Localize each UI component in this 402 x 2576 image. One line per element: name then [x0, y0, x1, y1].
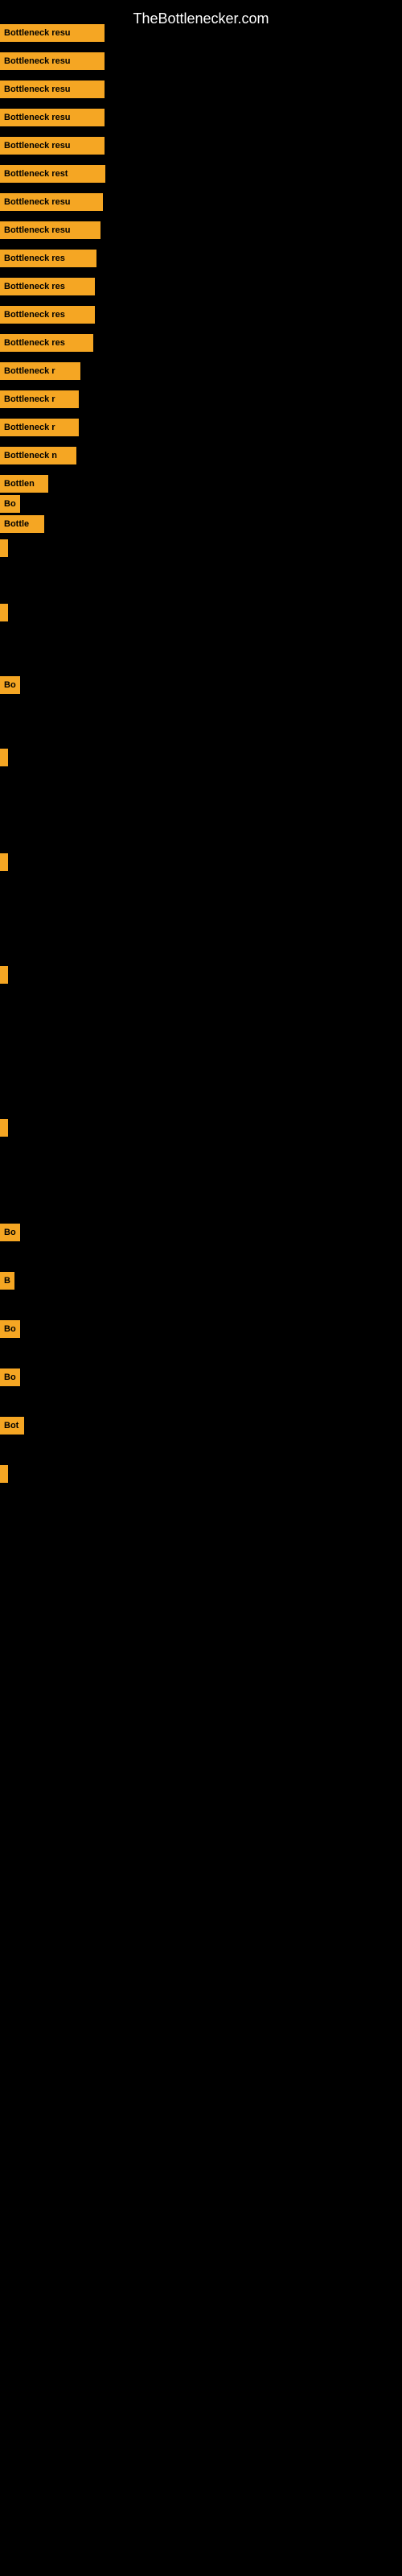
bar-item-26: Bo — [0, 1224, 20, 1241]
bar-item-15: Bottleneck n — [0, 447, 76, 464]
bar-label-8: Bottleneck res — [0, 250, 96, 267]
bar-label-9: Bottleneck res — [0, 278, 95, 295]
bar-label-17: Bo — [0, 495, 20, 513]
bar-item-31 — [0, 1465, 8, 1483]
bar-item-9: Bottleneck res — [0, 278, 95, 295]
bar-label-18: Bottle — [0, 515, 44, 533]
bar-item-28: Bo — [0, 1320, 20, 1338]
bar-item-21: Bo — [0, 676, 20, 694]
bar-item-0: Bottleneck resu — [0, 24, 105, 42]
bar-label-0: Bottleneck resu — [0, 24, 105, 42]
bar-label-1: Bottleneck resu — [0, 52, 105, 70]
bar-item-23 — [0, 853, 8, 871]
bar-label-16: Bottlen — [0, 475, 48, 493]
bar-label-5: Bottleneck rest — [0, 165, 105, 183]
bar-label-23 — [0, 853, 8, 871]
bar-item-30: Bot — [0, 1417, 24, 1435]
bar-item-25 — [0, 1119, 8, 1137]
bar-item-14: Bottleneck r — [0, 419, 79, 436]
bar-item-13: Bottleneck r — [0, 390, 79, 408]
bar-label-14: Bottleneck r — [0, 419, 79, 436]
bar-label-29: Bo — [0, 1368, 20, 1386]
bar-item-6: Bottleneck resu — [0, 193, 103, 211]
bar-label-30: Bot — [0, 1417, 24, 1435]
bar-label-21: Bo — [0, 676, 20, 694]
bar-item-7: Bottleneck resu — [0, 221, 100, 239]
bar-item-10: Bottleneck res — [0, 306, 95, 324]
bar-item-3: Bottleneck resu — [0, 109, 105, 126]
bar-label-12: Bottleneck r — [0, 362, 80, 380]
bar-item-12: Bottleneck r — [0, 362, 80, 380]
bar-item-17: Bo — [0, 495, 20, 513]
bar-item-16: Bottlen — [0, 475, 48, 493]
bar-label-31 — [0, 1465, 8, 1483]
bar-item-4: Bottleneck resu — [0, 137, 105, 155]
bar-item-20 — [0, 604, 8, 621]
bar-label-11: Bottleneck res — [0, 334, 93, 352]
bar-label-10: Bottleneck res — [0, 306, 95, 324]
bar-item-18: Bottle — [0, 515, 44, 533]
bar-label-3: Bottleneck resu — [0, 109, 105, 126]
bar-item-11: Bottleneck res — [0, 334, 93, 352]
bar-item-29: Bo — [0, 1368, 20, 1386]
bar-label-7: Bottleneck resu — [0, 221, 100, 239]
bar-label-19 — [0, 539, 8, 557]
bar-item-22 — [0, 749, 8, 766]
bar-item-8: Bottleneck res — [0, 250, 96, 267]
bar-item-5: Bottleneck rest — [0, 165, 105, 183]
bar-item-24 — [0, 966, 8, 984]
bar-label-24 — [0, 966, 8, 984]
bar-label-22 — [0, 749, 8, 766]
bar-label-28: Bo — [0, 1320, 20, 1338]
bar-label-13: Bottleneck r — [0, 390, 79, 408]
bar-label-20 — [0, 604, 8, 621]
bar-item-1: Bottleneck resu — [0, 52, 105, 70]
bar-label-27: B — [0, 1272, 14, 1290]
bar-label-15: Bottleneck n — [0, 447, 76, 464]
bar-item-2: Bottleneck resu — [0, 80, 105, 98]
bar-label-6: Bottleneck resu — [0, 193, 103, 211]
bar-item-19 — [0, 539, 8, 557]
bar-label-2: Bottleneck resu — [0, 80, 105, 98]
bar-label-25 — [0, 1119, 8, 1137]
bar-label-26: Bo — [0, 1224, 20, 1241]
bar-label-4: Bottleneck resu — [0, 137, 105, 155]
bar-item-27: B — [0, 1272, 14, 1290]
